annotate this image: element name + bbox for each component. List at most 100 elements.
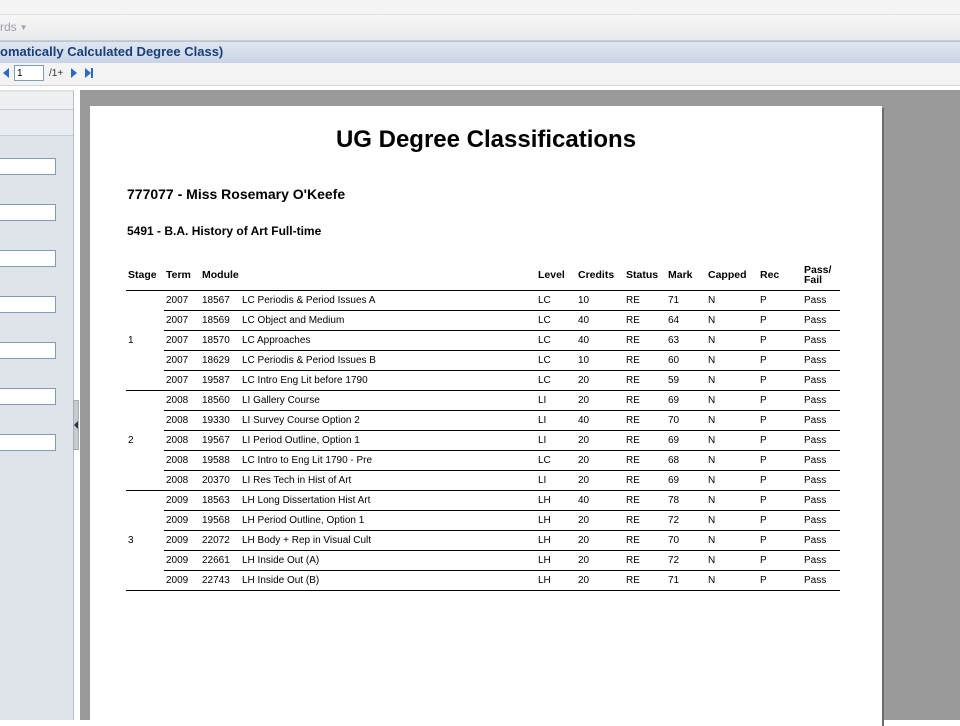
cell-capped: N — [706, 330, 758, 351]
cell-rec: P — [758, 550, 802, 571]
table-row: 2007 18570 LC Approaches LC 40 RE 63 N P Pass — [126, 330, 840, 351]
cell-code: 18569 — [200, 310, 240, 331]
cell-rec: P — [758, 510, 802, 531]
header-rec: Rec — [758, 260, 802, 291]
table-row: 1 2007 18567 LC Periodis & Period Issues AL… — [126, 290, 840, 391]
parameter-field[interactable] — [0, 296, 56, 313]
chevron-left-icon — [74, 421, 78, 429]
report-viewport[interactable]: UG Degree Classifications 777077 - Miss … — [80, 90, 960, 726]
page-total: /1+ — [49, 68, 64, 79]
cell-status: RE — [624, 390, 666, 411]
cell-name: LC Object and Medium — [240, 310, 536, 331]
previous-page-icon[interactable] — [3, 68, 9, 78]
cell-term: 2007 — [164, 310, 200, 331]
cell-level: LC — [536, 450, 576, 471]
cell-code: 18570 — [200, 330, 240, 351]
cell-mark: 69 — [666, 390, 706, 411]
course-heading: 5491 - B.A. History of Art Full-time — [127, 224, 322, 238]
cell-credits: 20 — [576, 510, 624, 531]
cell-stage: 3 — [126, 490, 164, 591]
cell-code: 20370 — [200, 470, 240, 491]
cell-rec: P — [758, 450, 802, 471]
cell-credits: 20 — [576, 530, 624, 551]
cell-status: RE — [624, 470, 666, 491]
cell-name: LC Approaches — [240, 330, 536, 351]
cell-mark: 69 — [666, 470, 706, 491]
table-row: 2008 19330 LI Survey Course Option 2 LI 40 RE… — [126, 410, 840, 431]
cell-level: LH — [536, 490, 576, 511]
cell-rec: P — [758, 570, 802, 591]
cell-capped: N — [706, 450, 758, 471]
cell-level: LH — [536, 570, 576, 591]
parameter-field[interactable] — [0, 204, 56, 221]
table-row: 2007 18629 LC Periodis & Period Issues B LC… — [126, 350, 840, 371]
table-row: 2009 22661 LH Inside Out (A) LH 20 RE 72 N P Pass — [126, 550, 840, 571]
cell-status: RE — [624, 430, 666, 451]
parameter-field[interactable] — [0, 388, 56, 405]
top-strip — [0, 0, 960, 15]
parameter-panel — [0, 90, 74, 720]
cell-level: LC — [536, 350, 576, 371]
page-number-input[interactable] — [14, 65, 44, 81]
header-mark: Mark — [666, 260, 706, 291]
table-header-row: Stage Term Module Level Credits Status M… — [126, 260, 840, 291]
cell-rec: P — [758, 470, 802, 491]
parameter-field[interactable] — [0, 342, 56, 359]
cell-mark: 63 — [666, 330, 706, 351]
cell-credits: 10 — [576, 290, 624, 311]
cell-code: 19567 — [200, 430, 240, 451]
table-row: 2008 19567 LI Period Outline, Option 1 LI 20… — [126, 430, 840, 451]
cell-rec: P — [758, 310, 802, 331]
cell-name: LI Survey Course Option 2 — [240, 410, 536, 431]
cell-result: Pass — [802, 430, 840, 451]
cell-rec: P — [758, 370, 802, 391]
cell-capped: N — [706, 310, 758, 331]
student-heading: 777077 - Miss Rosemary O'Keefe — [127, 186, 346, 202]
cell-result: Pass — [802, 290, 840, 311]
cell-credits: 20 — [576, 370, 624, 391]
parameter-field[interactable] — [0, 158, 56, 175]
cell-code: 19588 — [200, 450, 240, 471]
cell-code: 19587 — [200, 370, 240, 391]
cell-credits: 20 — [576, 470, 624, 491]
cell-term: 2009 — [164, 510, 200, 531]
cell-credits: 40 — [576, 410, 624, 431]
report-page: UG Degree Classifications 777077 - Miss … — [90, 106, 882, 726]
cell-result: Pass — [802, 470, 840, 491]
cell-credits: 40 — [576, 490, 624, 511]
records-menu-label: rds — [0, 20, 17, 34]
cell-code: 18560 — [200, 390, 240, 411]
cell-result: Pass — [802, 570, 840, 591]
table-row: 2 2008 18560 LI Gallery Course LI 20 RE 69 N P Pas… — [126, 390, 840, 491]
cell-status: RE — [624, 530, 666, 551]
parameter-field[interactable] — [0, 250, 56, 267]
cell-stage: 2 — [126, 390, 164, 491]
cell-status: RE — [624, 350, 666, 371]
cell-capped: N — [706, 370, 758, 391]
report-title-bar: omatically Calculated Degree Class) — [0, 41, 960, 64]
header-capped: Capped — [706, 260, 758, 291]
header-credits: Credits — [576, 260, 624, 291]
cell-status: RE — [624, 310, 666, 331]
cell-code: 22661 — [200, 550, 240, 571]
parameter-field[interactable] — [0, 434, 56, 451]
cell-rec: P — [758, 330, 802, 351]
cell-result: Pass — [802, 390, 840, 411]
table-row: 2009 22072 LH Body + Rep in Visual Cult LH 2… — [126, 530, 840, 551]
records-menu[interactable]: rds ▼ — [0, 20, 28, 34]
cell-capped: N — [706, 390, 758, 411]
cell-level: LC — [536, 310, 576, 331]
cell-name: LH Inside Out (B) — [240, 570, 536, 591]
cell-status: RE — [624, 330, 666, 351]
cell-name: LC Periodis & Period Issues B — [240, 350, 536, 371]
table-row: 2007 18569 LC Object and Medium LC 40 RE 64 N P P… — [126, 310, 840, 331]
cell-rec: P — [758, 490, 802, 511]
grades-table: Stage Term Module Level Credits Status M… — [126, 260, 840, 591]
next-page-icon[interactable] — [71, 68, 77, 78]
cell-status: RE — [624, 450, 666, 471]
last-page-icon[interactable] — [85, 68, 94, 78]
header-module: Module — [200, 260, 536, 291]
cell-mark: 70 — [666, 410, 706, 431]
collapse-panel-handle[interactable] — [73, 400, 79, 450]
cell-mark: 69 — [666, 430, 706, 451]
